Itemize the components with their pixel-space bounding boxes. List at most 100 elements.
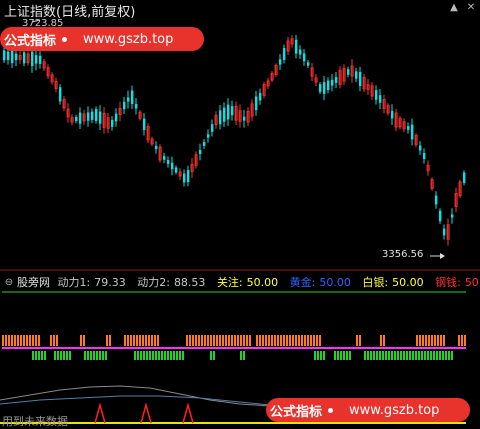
orange-signal-bar bbox=[443, 335, 445, 346]
green-signal-bar bbox=[376, 351, 378, 360]
orange-signal-bar bbox=[130, 335, 132, 346]
candle-body bbox=[155, 145, 158, 150]
indicator-item-dongli1: 动力1: 79.33 bbox=[58, 276, 134, 289]
orange-signal-bar bbox=[20, 335, 22, 346]
green-signal-bar bbox=[364, 351, 366, 360]
green-signal-bar bbox=[66, 351, 68, 360]
green-signal-bar bbox=[430, 351, 432, 360]
green-signal-bar bbox=[149, 351, 151, 360]
orange-signal-bar bbox=[319, 335, 321, 346]
green-signal-bar bbox=[337, 351, 339, 360]
candle-body bbox=[59, 87, 62, 102]
candle-body bbox=[131, 90, 134, 104]
indicator-name[interactable]: 股旁网 bbox=[17, 276, 50, 289]
green-signal-bar bbox=[137, 351, 139, 360]
green-signal-bar bbox=[213, 351, 215, 360]
orange-signal-bar bbox=[26, 335, 28, 346]
candle-body bbox=[407, 126, 410, 130]
orange-signal-bar bbox=[271, 335, 273, 346]
candle-body bbox=[111, 120, 114, 127]
red-signal-spike bbox=[140, 402, 152, 424]
candle-body bbox=[79, 112, 82, 124]
candle-body bbox=[135, 103, 138, 109]
candle-body bbox=[307, 62, 310, 66]
candle-body bbox=[419, 145, 422, 151]
candle-body bbox=[219, 110, 222, 125]
orange-signal-bar bbox=[189, 335, 191, 346]
orange-signal-bar bbox=[289, 335, 291, 346]
green-signal-bar bbox=[427, 351, 429, 360]
orange-signal-bar bbox=[422, 335, 424, 346]
candle-body bbox=[15, 53, 18, 61]
orange-signal-bar bbox=[29, 335, 31, 346]
candle-body bbox=[7, 51, 10, 61]
candle-body bbox=[243, 116, 246, 121]
orange-signal-bar bbox=[313, 335, 315, 346]
green-signal-bar bbox=[176, 351, 178, 360]
candle-body bbox=[163, 156, 166, 160]
green-signal-bar bbox=[409, 351, 411, 360]
orange-signal-bar bbox=[219, 335, 221, 346]
orange-signal-bar bbox=[5, 335, 7, 346]
candle-body bbox=[323, 82, 326, 94]
indicator-value: 50.00 bbox=[246, 276, 279, 289]
orange-signal-bars bbox=[2, 335, 466, 346]
watermark-badge-top[interactable]: 公式指标 www.gszb.top bbox=[0, 27, 204, 51]
red-signal-spike bbox=[182, 402, 194, 424]
green-signal-bar bbox=[406, 351, 408, 360]
orange-signal-bar bbox=[216, 335, 218, 346]
indicator-label: 关注: bbox=[216, 276, 243, 289]
candle-body bbox=[335, 77, 338, 83]
orange-signal-bar bbox=[210, 335, 212, 346]
candle-body bbox=[3, 50, 6, 61]
orange-signal-bar bbox=[437, 335, 439, 346]
orange-signal-bar bbox=[124, 335, 126, 346]
candle-body bbox=[31, 51, 34, 67]
candle-body bbox=[463, 172, 466, 183]
orange-signal-bar bbox=[301, 335, 303, 346]
watermark-badge-bottom[interactable]: 公式指标 www.gszb.top bbox=[266, 398, 470, 422]
indicator-label: 黄金: bbox=[289, 276, 316, 289]
candle-body bbox=[355, 71, 358, 79]
watermark-dot bbox=[328, 407, 334, 413]
candle-body bbox=[223, 107, 226, 122]
candle-body bbox=[255, 96, 258, 111]
orange-signal-bar bbox=[50, 335, 52, 346]
indicator-info-bar: 股旁网 动力1: 79.33 动力2: 88.53 关注: 50.00 黄金: 50.0… bbox=[0, 274, 480, 290]
candle-body bbox=[207, 134, 210, 138]
close-window-icon[interactable]: ✕ bbox=[465, 2, 477, 14]
green-signal-bar bbox=[403, 351, 405, 360]
green-signal-bar bbox=[173, 351, 175, 360]
orange-signal-bar bbox=[259, 335, 261, 346]
orange-signal-bar bbox=[380, 335, 382, 346]
minimize-window-icon[interactable]: ▲ bbox=[448, 2, 460, 14]
green-signal-bar bbox=[35, 351, 37, 360]
green-signal-bar bbox=[391, 351, 393, 360]
orange-signal-bar bbox=[249, 335, 251, 346]
orange-signal-bar bbox=[213, 335, 215, 346]
indicator-value: 50.00 bbox=[464, 276, 480, 289]
green-signal-bar bbox=[451, 351, 453, 360]
orange-signal-bar bbox=[262, 335, 264, 346]
green-signal-bar bbox=[436, 351, 438, 360]
orange-signal-bar bbox=[359, 335, 361, 346]
candle-body bbox=[375, 90, 378, 100]
green-signal-bar bbox=[370, 351, 372, 360]
orange-signal-bar bbox=[145, 335, 147, 346]
indicator-value: 79.33 bbox=[94, 276, 126, 289]
candle-body bbox=[279, 59, 282, 65]
green-signal-bar bbox=[87, 351, 89, 360]
candle-body bbox=[299, 49, 302, 55]
green-signal-bar bbox=[96, 351, 98, 360]
orange-signal-bar bbox=[32, 335, 34, 346]
orange-signal-bar bbox=[461, 335, 463, 346]
green-signal-bar bbox=[400, 351, 402, 360]
candle-body bbox=[175, 167, 178, 173]
orange-signal-bar bbox=[207, 335, 209, 346]
orange-signal-bar bbox=[458, 335, 460, 346]
green-signal-bar bbox=[349, 351, 351, 360]
orange-signal-bar bbox=[2, 335, 4, 346]
candle-body bbox=[91, 111, 94, 120]
orange-signal-bar bbox=[38, 335, 40, 346]
green-signal-bar bbox=[63, 351, 65, 360]
